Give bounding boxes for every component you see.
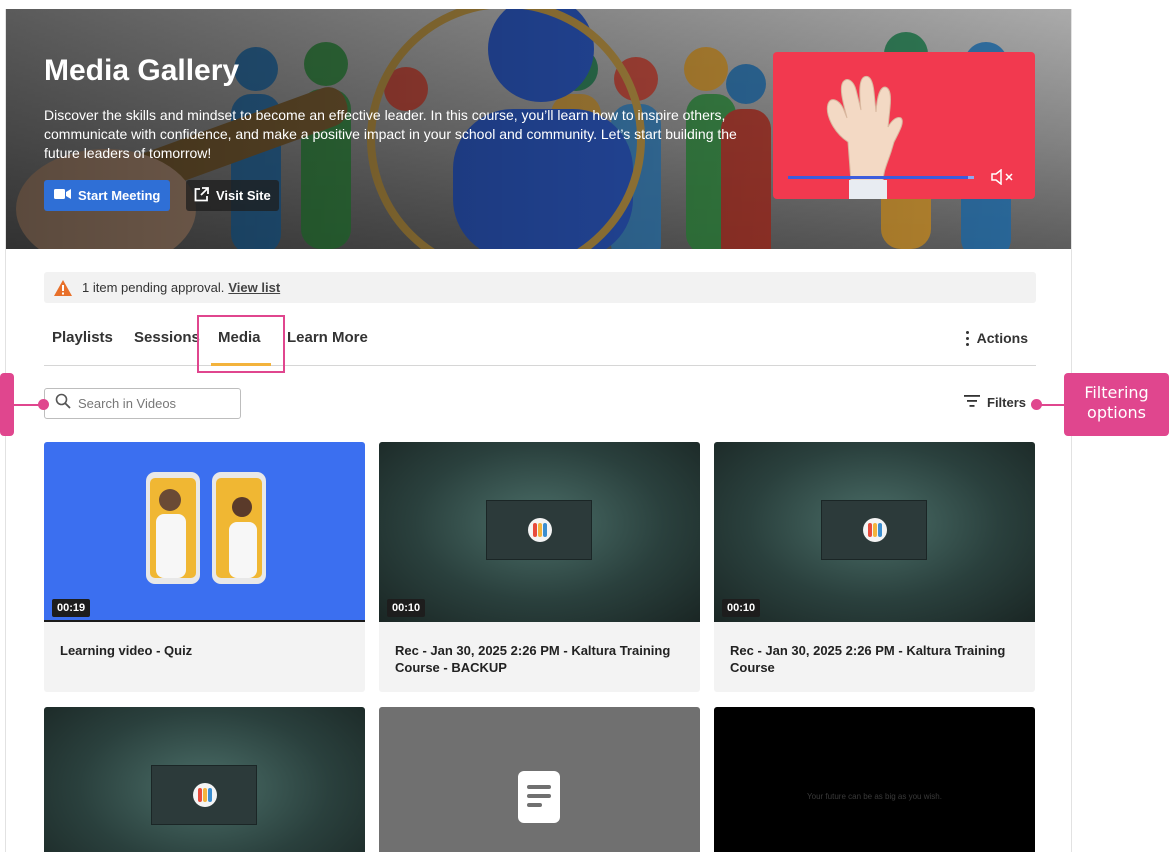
media-card-title[interactable]: Rec - Jan 30, 2025 2:26 PM - Kaltura Tra… xyxy=(379,622,700,692)
tab-learn-more[interactable]: Learn More xyxy=(287,329,368,346)
filters-callout-line xyxy=(1040,404,1064,406)
search-icon xyxy=(55,393,71,414)
tab-playlists[interactable]: Playlists xyxy=(52,329,113,346)
duration-badge: 00:19 xyxy=(52,599,91,617)
thumbnail-caption: Your future can be as big as you wish. xyxy=(807,792,942,801)
view-list-link[interactable]: View list xyxy=(228,280,280,295)
muted-speaker-icon[interactable] xyxy=(991,168,1015,188)
hero-video-player[interactable] xyxy=(773,52,1035,199)
phones-illustration xyxy=(146,472,266,584)
alert-text: 1 item pending approval. xyxy=(82,280,225,295)
media-card[interactable]: 00:10 Rec - Jan 30, 2025 2:26 PM - Kaltu… xyxy=(714,442,1035,692)
visit-site-button[interactable]: Visit Site xyxy=(186,180,279,211)
filters-button[interactable]: Filters xyxy=(964,394,1026,411)
gallery-tabs: Playlists Sessions Media Learn More Acti… xyxy=(44,315,1036,373)
media-card-title[interactable]: Learning video - Quiz xyxy=(44,622,365,692)
actions-menu-button[interactable]: Actions xyxy=(965,330,1028,346)
media-thumbnail[interactable] xyxy=(44,707,365,852)
search-box[interactable] xyxy=(44,388,241,419)
media-card[interactable] xyxy=(379,707,700,852)
filters-label: Filters xyxy=(987,395,1027,410)
media-card[interactable]: 00:19 Learning video - Quiz xyxy=(44,442,365,692)
slide-preview xyxy=(486,500,592,560)
start-meeting-label: Start Meeting xyxy=(78,188,161,203)
search-callout xyxy=(0,373,14,436)
duration-badge: 00:10 xyxy=(722,599,761,617)
media-thumbnail[interactable]: 00:10 xyxy=(714,442,1035,622)
actions-label: Actions xyxy=(976,330,1028,346)
start-meeting-button[interactable]: Start Meeting xyxy=(44,180,171,211)
media-thumbnail[interactable] xyxy=(379,707,700,852)
search-callout-dot xyxy=(38,399,49,410)
pending-approval-alert: 1 item pending approval. View list xyxy=(44,272,1036,303)
search-input[interactable] xyxy=(78,396,228,411)
media-thumbnail[interactable]: Your future can be as big as you wish. xyxy=(714,707,1035,852)
active-tab-indicator xyxy=(211,363,271,366)
media-thumbnail[interactable]: 00:19 xyxy=(44,442,365,622)
media-gallery-page: Media Gallery Discover the skills and mi… xyxy=(5,9,1072,852)
external-link-icon xyxy=(194,186,209,205)
page-title: Media Gallery xyxy=(44,54,240,87)
visit-site-label: Visit Site xyxy=(216,188,271,203)
document-icon xyxy=(518,771,560,823)
media-card-title[interactable]: Rec - Jan 30, 2025 2:26 PM - Kaltura Tra… xyxy=(714,622,1035,692)
course-logo-icon xyxy=(193,783,217,807)
video-camera-icon xyxy=(54,188,72,203)
media-card[interactable] xyxy=(44,707,365,852)
filtering-options-callout: Filtering options xyxy=(1064,373,1169,436)
slide-preview xyxy=(821,500,927,560)
media-card[interactable]: 00:10 Rec - Jan 30, 2025 2:26 PM - Kaltu… xyxy=(379,442,700,692)
warning-icon xyxy=(53,279,73,297)
filter-lines-icon xyxy=(964,394,980,411)
media-card[interactable]: Your future can be as big as you wish. xyxy=(714,707,1035,852)
course-logo-icon xyxy=(528,518,552,542)
slide-preview xyxy=(151,765,257,825)
media-thumbnail[interactable]: 00:10 xyxy=(379,442,700,622)
kebab-menu-icon xyxy=(965,330,969,346)
course-logo-icon xyxy=(863,518,887,542)
hero-description: Discover the skills and mindset to becom… xyxy=(44,107,737,161)
player-progress-bar[interactable] xyxy=(788,176,974,179)
hero-banner: Media Gallery Discover the skills and mi… xyxy=(6,9,1071,249)
tab-sessions[interactable]: Sessions xyxy=(134,329,200,346)
tab-media[interactable]: Media xyxy=(218,329,261,346)
duration-badge: 00:10 xyxy=(387,599,426,617)
